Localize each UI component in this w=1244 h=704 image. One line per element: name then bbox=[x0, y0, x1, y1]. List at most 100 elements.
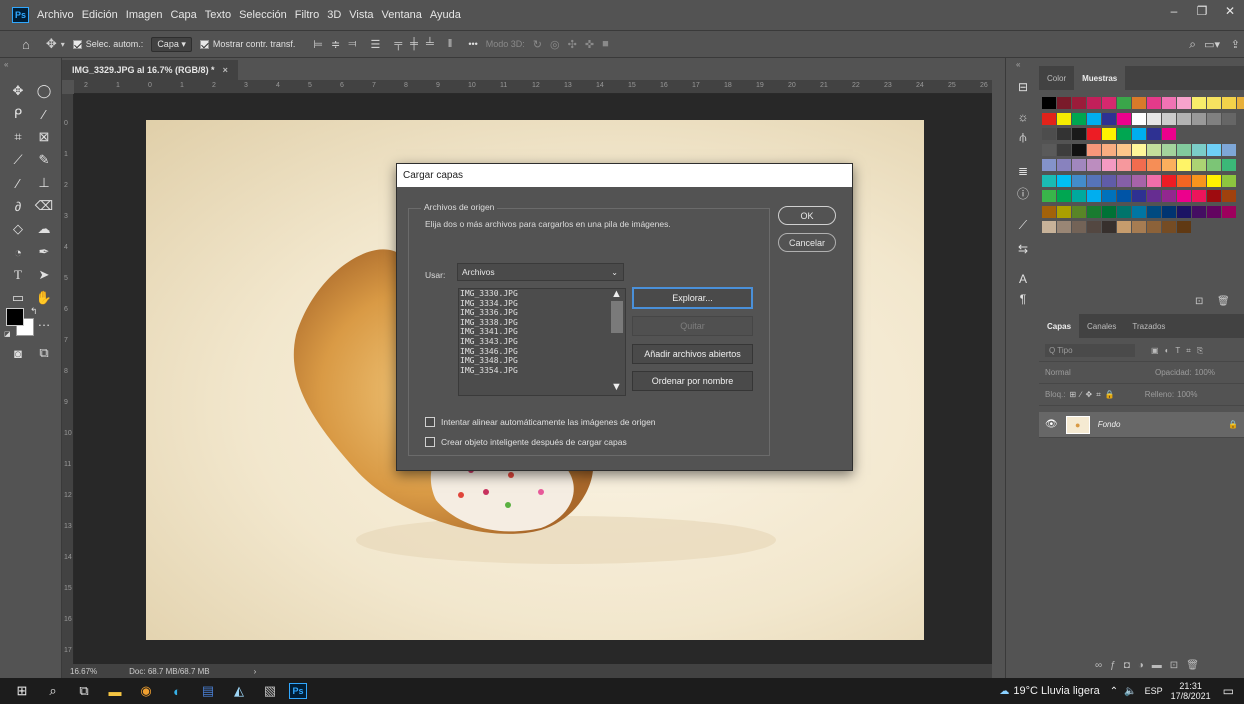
more-options-button[interactable]: ••• bbox=[468, 39, 477, 49]
swatch[interactable] bbox=[1102, 190, 1116, 202]
swatch[interactable] bbox=[1222, 159, 1236, 171]
swatch[interactable] bbox=[1207, 97, 1221, 109]
swatch[interactable] bbox=[1207, 174, 1221, 187]
language-indicator[interactable]: ESP bbox=[1145, 686, 1163, 696]
scrollbar-thumb[interactable] bbox=[611, 301, 623, 333]
restore-button[interactable]: ❐ bbox=[1188, 0, 1216, 22]
move-tool-icon[interactable]: ✥ bbox=[46, 36, 57, 52]
swatch[interactable] bbox=[1042, 174, 1056, 187]
swatch[interactable] bbox=[1207, 205, 1221, 218]
swatch[interactable] bbox=[1222, 205, 1236, 218]
swatch[interactable] bbox=[1117, 205, 1131, 218]
swatch[interactable] bbox=[1147, 205, 1161, 218]
filter-shape-icon[interactable]: ⌗ bbox=[1186, 346, 1191, 356]
auto-select-dropdown[interactable]: Capa ▾ bbox=[151, 36, 192, 52]
swatch[interactable] bbox=[1102, 205, 1116, 218]
mask-icon[interactable]: ◘ bbox=[1124, 660, 1138, 671]
close-tab-icon[interactable]: × bbox=[223, 65, 228, 75]
swatch[interactable] bbox=[1162, 190, 1176, 202]
swatch[interactable] bbox=[1057, 205, 1071, 218]
opacity-value[interactable]: 100% bbox=[1194, 368, 1214, 377]
swatch[interactable] bbox=[1192, 159, 1206, 171]
swatch[interactable] bbox=[1222, 112, 1236, 125]
app-icon[interactable]: ◭ bbox=[227, 680, 251, 702]
photos-icon[interactable]: ▧ bbox=[258, 680, 282, 702]
swatch[interactable] bbox=[1207, 143, 1221, 156]
swatch[interactable] bbox=[1042, 221, 1056, 233]
frame-tool-icon[interactable]: ⊠ bbox=[32, 126, 56, 148]
swatch[interactable] bbox=[1177, 174, 1191, 187]
swatch[interactable] bbox=[1057, 221, 1071, 233]
browse-button[interactable]: Explorar... bbox=[632, 287, 753, 309]
swatch[interactable] bbox=[1102, 128, 1116, 140]
close-button[interactable]: ✕ bbox=[1216, 0, 1244, 22]
show-transform-option[interactable]: Mostrar contr. transf. bbox=[199, 39, 295, 49]
swatch[interactable] bbox=[1147, 174, 1161, 187]
group-icon[interactable]: ▬ bbox=[1152, 660, 1170, 671]
zoom-level[interactable]: 16.67% bbox=[70, 667, 97, 676]
menu-archivo[interactable]: Archivo bbox=[37, 9, 74, 21]
sort-by-name-button[interactable]: Ordenar por nombre bbox=[632, 371, 753, 391]
adjustments-panel-icon[interactable]: ☼ bbox=[1014, 108, 1032, 126]
swatch[interactable] bbox=[1117, 190, 1131, 202]
align-top-icon[interactable]: ╤ bbox=[394, 38, 402, 50]
swatch[interactable] bbox=[1147, 190, 1161, 202]
swatch[interactable] bbox=[1117, 174, 1131, 187]
swatch[interactable] bbox=[1222, 97, 1236, 109]
tab-paths[interactable]: Trazados bbox=[1124, 314, 1173, 338]
swatch[interactable] bbox=[1117, 221, 1131, 233]
swatch[interactable] bbox=[1147, 128, 1161, 140]
swatch[interactable] bbox=[1072, 159, 1086, 171]
adjustment-layer-icon[interactable]: ◑ bbox=[1138, 660, 1152, 671]
swap-colors-icon[interactable]: ↰ bbox=[30, 306, 38, 317]
swatch[interactable] bbox=[1192, 205, 1206, 218]
character-panel-icon[interactable]: A bbox=[1014, 270, 1032, 288]
photoshop-taskbar-icon[interactable]: Ps bbox=[289, 683, 307, 699]
swatch[interactable] bbox=[1177, 143, 1191, 156]
swatch[interactable] bbox=[1057, 174, 1071, 187]
swatch[interactable] bbox=[1057, 159, 1071, 171]
search-icon[interactable]: ⌕ bbox=[1189, 37, 1196, 52]
auto-select-option[interactable]: Selec. autom.: bbox=[72, 39, 143, 49]
swatch[interactable] bbox=[1117, 159, 1131, 171]
status-menu-icon[interactable]: › bbox=[254, 667, 257, 676]
trash-icon[interactable]: 🗑 bbox=[1217, 296, 1230, 307]
history-brush-tool-icon[interactable]: ∂ bbox=[6, 195, 30, 217]
swatch[interactable] bbox=[1102, 112, 1116, 125]
swatch[interactable] bbox=[1087, 159, 1101, 171]
swatch[interactable] bbox=[1147, 221, 1161, 233]
swatch[interactable] bbox=[1147, 159, 1161, 171]
menu-edicion[interactable]: Edición bbox=[82, 9, 118, 21]
swatch[interactable] bbox=[1162, 112, 1176, 125]
swatch[interactable] bbox=[1132, 112, 1146, 125]
dodge-tool-icon[interactable]: ◔ bbox=[6, 241, 30, 263]
tab-channels[interactable]: Canales bbox=[1079, 314, 1124, 338]
clock[interactable]: 21:31 17/8/2021 bbox=[1171, 681, 1211, 701]
swatch[interactable] bbox=[1057, 97, 1071, 109]
ok-button[interactable]: OK bbox=[778, 206, 836, 225]
auto-select-checkbox[interactable] bbox=[72, 39, 82, 49]
kind-filter-dropdown[interactable]: Q Tipo bbox=[1045, 344, 1135, 357]
collapse-icon[interactable]: « bbox=[4, 60, 8, 69]
swatch[interactable] bbox=[1057, 143, 1071, 156]
notifications-icon[interactable]: ▭ bbox=[1223, 684, 1234, 698]
swatch[interactable] bbox=[1162, 221, 1176, 233]
chrome-icon[interactable]: ◉ bbox=[134, 680, 158, 702]
lock-brush-icon[interactable]: ∕ bbox=[1080, 390, 1081, 399]
swatch[interactable] bbox=[1087, 97, 1101, 109]
swatch[interactable] bbox=[1042, 112, 1056, 125]
filter-smart-icon[interactable]: ⎘ bbox=[1197, 346, 1203, 356]
windows-start-icon[interactable]: ⊞ bbox=[10, 680, 34, 702]
swatch[interactable] bbox=[1072, 112, 1086, 125]
swatch[interactable] bbox=[1102, 159, 1116, 171]
remove-button[interactable]: Quitar bbox=[632, 316, 753, 336]
swatch[interactable] bbox=[1132, 205, 1146, 218]
filter-pixel-icon[interactable]: ▣ bbox=[1151, 346, 1159, 355]
swatch[interactable] bbox=[1087, 128, 1101, 140]
channels-panel-icon[interactable]: ≣ bbox=[1014, 162, 1032, 180]
swatch[interactable] bbox=[1162, 128, 1176, 140]
weather-icon[interactable]: ☁ bbox=[999, 686, 1009, 697]
swatch[interactable] bbox=[1237, 97, 1244, 109]
swatch[interactable] bbox=[1087, 205, 1101, 218]
swatch[interactable] bbox=[1102, 143, 1116, 156]
